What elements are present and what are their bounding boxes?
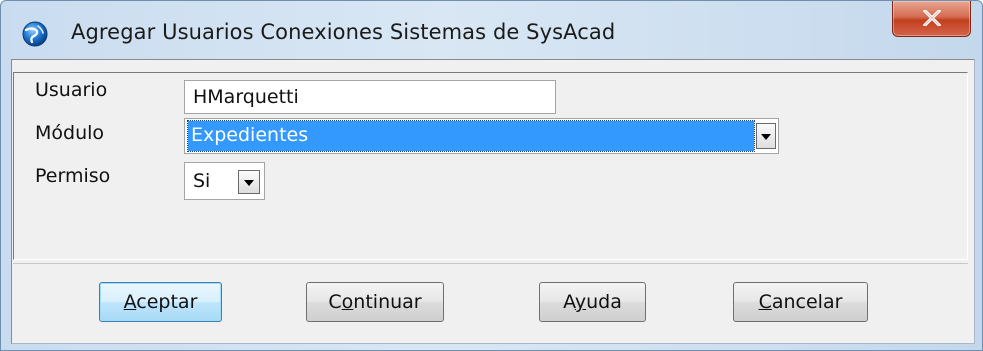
modulo-chevron-down-icon[interactable] — [756, 123, 776, 149]
usuario-input[interactable]: HMarquetti — [184, 80, 556, 114]
continuar-label-post: ntinuar — [353, 291, 422, 313]
modulo-label: Módulo — [35, 122, 105, 144]
ayuda-button[interactable]: Ayuda — [539, 282, 646, 322]
close-icon — [923, 10, 941, 26]
cancelar-label-post: ancelar — [771, 291, 843, 313]
permiso-select[interactable]: Si — [184, 162, 265, 200]
continuar-button[interactable]: Continuar — [306, 282, 444, 322]
modulo-value: Expedientes — [191, 124, 309, 146]
aceptar-label-post: ceptar — [136, 291, 198, 313]
usuario-value: HMarquetti — [193, 86, 299, 108]
permiso-label: Permiso — [35, 165, 111, 187]
ayuda-mnemonic: y — [574, 291, 587, 313]
aceptar-button[interactable]: Aceptar — [99, 282, 222, 322]
ayuda-label-post: uda — [586, 291, 622, 313]
close-button[interactable] — [892, 1, 971, 37]
cancelar-button[interactable]: Cancelar — [733, 282, 868, 322]
permiso-value: Si — [193, 170, 211, 192]
title-bar[interactable]: Agregar Usuarios Conexiones Sistemas de … — [1, 1, 982, 59]
window-title: Agregar Usuarios Conexiones Sistemas de … — [71, 20, 616, 44]
usuario-label: Usuario — [35, 79, 108, 101]
continuar-label-pre: C — [328, 291, 342, 313]
permiso-chevron-down-icon[interactable] — [238, 170, 260, 194]
continuar-mnemonic: o — [341, 291, 354, 313]
cancelar-mnemonic: C — [758, 291, 772, 313]
ayuda-label-pre: A — [563, 291, 575, 313]
form-panel: Usuario HMarquetti Módulo Expedientes Pe… — [13, 72, 968, 260]
app-globe-icon — [22, 21, 48, 47]
dialog-window: Agregar Usuarios Conexiones Sistemas de … — [0, 0, 983, 351]
aceptar-mnemonic: A — [123, 291, 137, 313]
button-bar: Aceptar Continuar Ayuda Cancelar — [13, 263, 968, 341]
modulo-select[interactable]: Expedientes — [184, 118, 779, 154]
